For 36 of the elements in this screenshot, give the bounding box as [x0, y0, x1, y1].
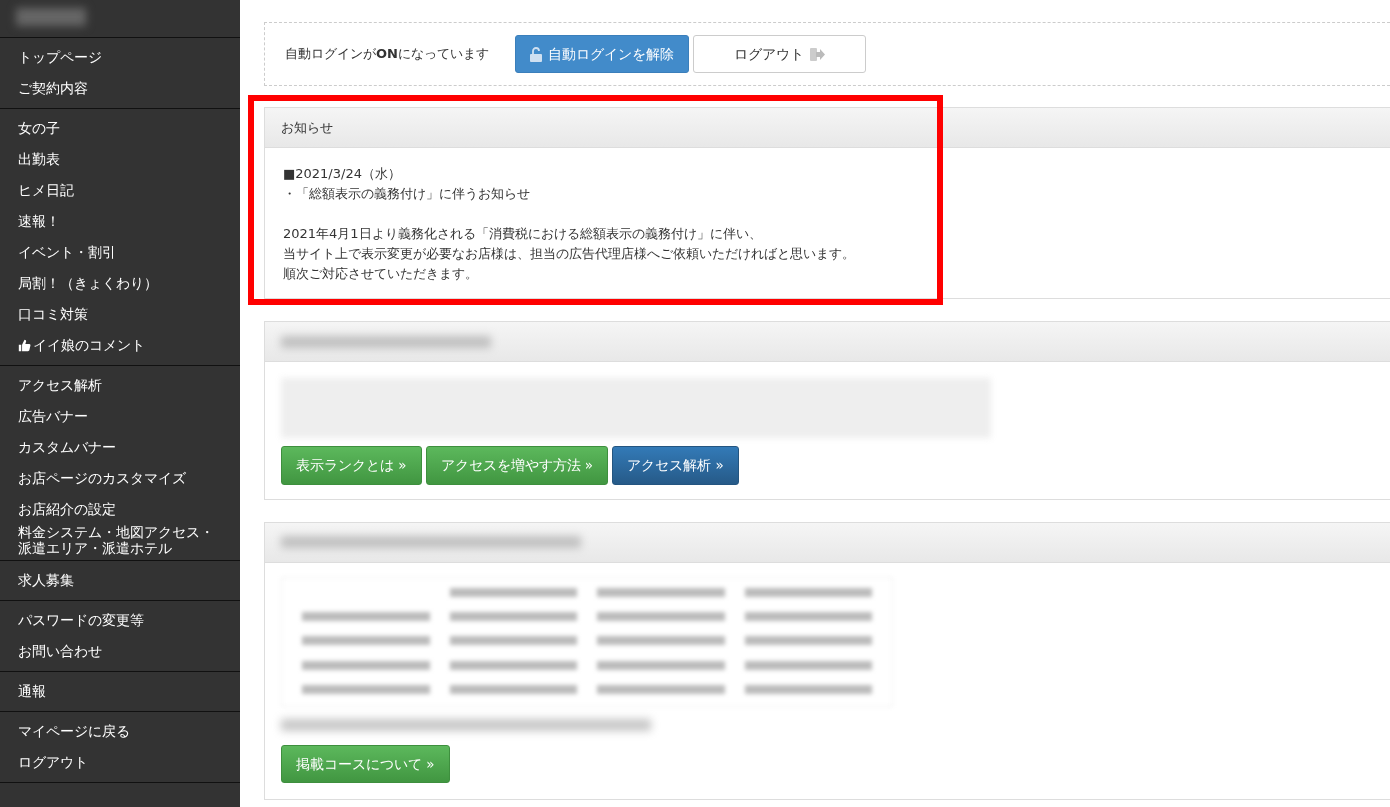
- sidebar-item[interactable]: 女の子: [0, 113, 240, 144]
- sidebar-item[interactable]: ヒメ日記: [0, 175, 240, 206]
- notice-text: 順次ご対応させていただきます。: [283, 265, 479, 284]
- sidebar-item[interactable]: 速報！: [0, 206, 240, 237]
- sidebar-item[interactable]: パスワードの変更等: [0, 605, 240, 637]
- sidebar-item[interactable]: 口コミ対策: [0, 299, 240, 330]
- logout-button[interactable]: ログアウト: [692, 35, 866, 74]
- sidebar-item[interactable]: お店紹介の設定: [0, 494, 240, 525]
- unlock-button[interactable]: 自動ログインを解除: [514, 35, 689, 74]
- blurred-logo: [16, 8, 86, 26]
- auto-login-status: 自動ログインがONになっています: [285, 45, 489, 64]
- logout-icon: [809, 47, 825, 61]
- lock-icon: [529, 46, 542, 62]
- sidebar-item[interactable]: イイ娘のコメント: [0, 330, 240, 361]
- sidebar-item[interactable]: お店ページのカスタマイズ: [0, 463, 240, 494]
- sidebar-item[interactable]: 求人募集: [0, 565, 240, 597]
- panel-title: お知らせ: [281, 119, 333, 137]
- sidebar-item[interactable]: アクセス解析: [0, 370, 240, 401]
- sidebar-item[interactable]: カスタムバナー: [0, 432, 240, 463]
- sidebar-item[interactable]: 料金システム・地図アクセス・派遣エリア・派遣ホテル: [0, 525, 240, 557]
- sidebar-item[interactable]: お問い合わせ: [0, 636, 240, 668]
- thumbs-up-icon: [18, 339, 31, 352]
- notice-text: 2021年4月1日より義務化される「消費税における総額表示の義務付け」に伴い、: [283, 225, 763, 244]
- sidebar-item[interactable]: 通報: [0, 676, 240, 708]
- sidebar-item[interactable]: 広告バナー: [0, 401, 240, 432]
- sidebar-item[interactable]: 出勤表: [0, 144, 240, 175]
- sidebar-item[interactable]: 局割！（きょくわり）: [0, 268, 240, 299]
- notice-text: ・「総額表示の義務付け」に伴うお知らせ: [283, 185, 531, 204]
- sidebar-item[interactable]: イベント・割引: [0, 237, 240, 268]
- sidebar-item[interactable]: マイページに戻る: [0, 716, 240, 748]
- sidebar-item[interactable]: ログアウト: [0, 747, 240, 779]
- notice-text: 当サイト上で表示変更が必要なお店様は、担当の広告代理店様へご依頼いただければと思います。: [283, 245, 856, 264]
- panel-button[interactable]: アクセス解析 »: [612, 446, 739, 485]
- notice-text: ■2021/3/24（水）: [283, 165, 402, 184]
- sidebar-item[interactable]: トップページ: [0, 42, 240, 73]
- sidebar-item[interactable]: ご契約内容: [0, 73, 240, 104]
